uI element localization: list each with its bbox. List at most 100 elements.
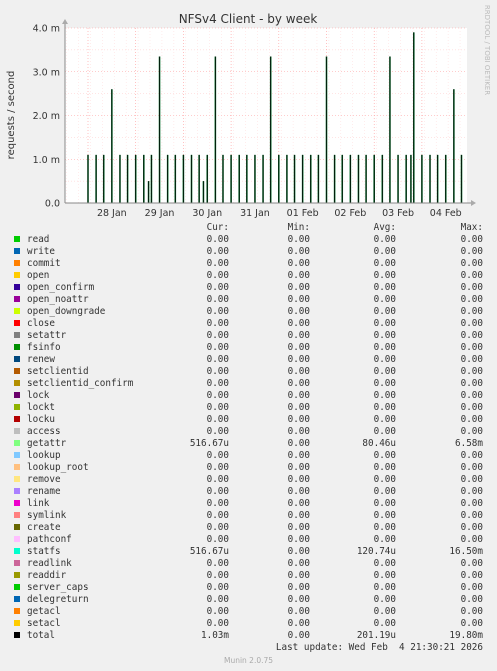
x-axis-arrow xyxy=(471,200,476,206)
legend-row: rename 0.00 0.00 0.00 0.00 xyxy=(0,486,497,498)
legend-max: 0.00 xyxy=(460,414,483,425)
legend-avg: 0.00 xyxy=(373,414,396,425)
legend-swatch xyxy=(14,452,20,458)
legend-row: access 0.00 0.00 0.00 0.00 xyxy=(0,426,497,438)
legend-avg: 0.00 xyxy=(373,234,396,245)
legend-swatch xyxy=(14,572,20,578)
legend-min: 0.00 xyxy=(287,558,310,569)
legend-max: 0.00 xyxy=(460,618,483,629)
legend-label: link xyxy=(27,498,50,509)
legend-max: 16.50m xyxy=(449,546,483,557)
legend-max: 6.58m xyxy=(455,438,483,449)
legend-swatch xyxy=(14,344,20,350)
legend-row: symlink 0.00 0.00 0.00 0.00 xyxy=(0,510,497,522)
legend-cur: 0.00 xyxy=(206,486,229,497)
legend-max: 0.00 xyxy=(460,378,483,389)
legend-swatch xyxy=(14,404,20,410)
legend-min: 0.00 xyxy=(287,570,310,581)
legend-cur: 0.00 xyxy=(206,378,229,389)
legend-min: 0.00 xyxy=(287,546,310,557)
legend-avg: 0.00 xyxy=(373,510,396,521)
legend-max: 0.00 xyxy=(460,342,483,353)
legend-avg: 0.00 xyxy=(373,474,396,485)
y-tick-label: 0.0 xyxy=(45,199,60,210)
legend-row: commit 0.00 0.00 0.00 0.00 xyxy=(0,258,497,270)
legend-label: lockt xyxy=(27,402,55,413)
legend-cur: 0.00 xyxy=(206,282,229,293)
legend-row: total 1.03m 0.00 201.19u 19.80m xyxy=(0,630,497,642)
legend-avg: 0.00 xyxy=(373,354,396,365)
legend-min: 0.00 xyxy=(287,366,310,377)
legend-row: setclientid_confirm 0.00 0.00 0.00 0.00 xyxy=(0,378,497,390)
legend-row: create 0.00 0.00 0.00 0.00 xyxy=(0,522,497,534)
legend-avg: 0.00 xyxy=(373,498,396,509)
legend-cur: 0.00 xyxy=(206,606,229,617)
munin-version: Munin 2.0.75 xyxy=(223,656,274,665)
legend-min: 0.00 xyxy=(287,270,310,281)
legend-min: 0.00 xyxy=(287,402,310,413)
legend-cur: 0.00 xyxy=(206,354,229,365)
legend-label: write xyxy=(27,246,55,257)
legend-cur: 516.67u xyxy=(189,438,229,449)
legend-swatch xyxy=(14,476,20,482)
legend-row: lookup 0.00 0.00 0.00 0.00 xyxy=(0,450,497,462)
legend-min: 0.00 xyxy=(287,510,310,521)
legend-label: getattr xyxy=(27,438,67,449)
legend-max: 0.00 xyxy=(460,306,483,317)
legend-swatch xyxy=(14,464,20,470)
legend-swatch xyxy=(14,620,20,626)
legend-avg: 0.00 xyxy=(373,366,396,377)
legend-label: setclientid_confirm xyxy=(27,378,134,389)
legend-max: 0.00 xyxy=(460,270,483,281)
legend-label: locku xyxy=(27,414,55,425)
legend-avg: 0.00 xyxy=(373,486,396,497)
legend-label: lookup_root xyxy=(27,462,89,473)
legend-cur: 0.00 xyxy=(206,234,229,245)
legend-avg: 0.00 xyxy=(373,618,396,629)
legend-max: 0.00 xyxy=(460,582,483,593)
legend-label: symlink xyxy=(27,510,67,521)
legend-cur: 0.00 xyxy=(206,558,229,569)
legend-min: 0.00 xyxy=(287,630,310,641)
legend-max: 0.00 xyxy=(460,594,483,605)
legend-swatch xyxy=(14,524,20,530)
legend-label: open_downgrade xyxy=(27,306,106,317)
legend-min: 0.00 xyxy=(287,618,310,629)
legend-max: 0.00 xyxy=(460,606,483,617)
legend-cur: 0.00 xyxy=(206,390,229,401)
legend-cur: 0.00 xyxy=(206,258,229,269)
x-tick-label: 01 Feb xyxy=(287,208,319,219)
legend-max: 0.00 xyxy=(460,534,483,545)
legend-cur: 1.03m xyxy=(201,630,229,641)
legend: Cur: Min: Avg: Max: read 0.00 0.00 0.00 0.00… xyxy=(0,222,497,642)
legend-swatch xyxy=(14,632,20,638)
legend-max: 0.00 xyxy=(460,486,483,497)
legend-header: Cur: Min: Avg: Max: xyxy=(0,222,497,234)
legend-swatch xyxy=(14,332,20,338)
x-tick-label: 02 Feb xyxy=(334,208,366,219)
y-axis-arrow xyxy=(62,19,68,24)
legend-avg: 0.00 xyxy=(373,462,396,473)
legend-row: readlink 0.00 0.00 0.00 0.00 xyxy=(0,558,497,570)
legend-avg: 0.00 xyxy=(373,426,396,437)
legend-swatch xyxy=(14,272,20,278)
x-tick-label: 04 Feb xyxy=(430,208,462,219)
legend-max: 0.00 xyxy=(460,570,483,581)
legend-label: setacl xyxy=(27,618,61,629)
legend-label: server_caps xyxy=(27,582,89,593)
legend-swatch xyxy=(14,260,20,266)
legend-max: 0.00 xyxy=(460,282,483,293)
legend-avg: 0.00 xyxy=(373,534,396,545)
legend-swatch xyxy=(14,512,20,518)
legend-row: write 0.00 0.00 0.00 0.00 xyxy=(0,246,497,258)
legend-label: lock xyxy=(27,390,50,401)
legend-cur: 0.00 xyxy=(206,366,229,377)
legend-min: 0.00 xyxy=(287,450,310,461)
legend-cur: 0.00 xyxy=(206,462,229,473)
legend-min: 0.00 xyxy=(287,282,310,293)
x-tick-label: 29 Jan xyxy=(145,208,175,219)
legend-swatch xyxy=(14,236,20,242)
legend-row: close 0.00 0.00 0.00 0.00 xyxy=(0,318,497,330)
legend-cur: 0.00 xyxy=(206,510,229,521)
legend-swatch xyxy=(14,428,20,434)
